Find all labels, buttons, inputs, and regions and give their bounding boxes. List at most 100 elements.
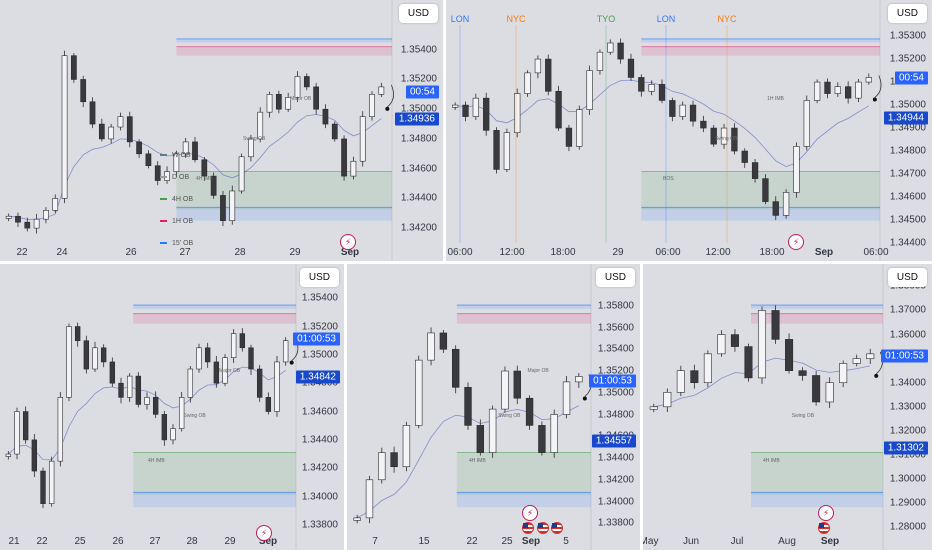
candle-up[interactable] (117, 116, 124, 128)
candle-down[interactable] (824, 81, 831, 94)
candle-up[interactable] (187, 368, 194, 398)
candle-down[interactable] (565, 127, 573, 147)
candle-up[interactable] (514, 93, 521, 133)
candle-down[interactable] (751, 162, 759, 179)
candle-down[interactable] (22, 411, 29, 441)
candle-up[interactable] (488, 408, 497, 453)
candle-down[interactable] (690, 370, 699, 384)
candle-up[interactable] (402, 425, 411, 468)
candle-down[interactable] (204, 347, 211, 363)
candle-down[interactable] (493, 130, 500, 170)
candle-up[interactable] (534, 58, 542, 74)
candle-up[interactable] (855, 81, 862, 99)
candle-up[interactable] (793, 146, 800, 193)
candle-up[interactable] (378, 452, 386, 481)
candle-up[interactable] (865, 77, 872, 83)
price-chart[interactable] (643, 264, 932, 550)
candle-up[interactable] (144, 397, 150, 405)
candle-down[interactable] (538, 425, 546, 453)
candle-down[interactable] (525, 397, 534, 426)
candle-up[interactable] (282, 340, 289, 363)
candle-up[interactable] (52, 198, 59, 211)
candle-down[interactable] (785, 339, 794, 371)
candle-up[interactable] (61, 55, 68, 199)
candle-down[interactable] (98, 123, 105, 140)
candle-down[interactable] (80, 79, 87, 103)
candle-up[interactable] (369, 94, 375, 117)
candle-up[interactable] (576, 109, 583, 147)
candle-up[interactable] (230, 333, 237, 358)
us-flag-icon[interactable] (551, 522, 563, 534)
candle-up[interactable] (294, 76, 301, 98)
candle-up[interactable] (472, 97, 479, 117)
candle-down[interactable] (313, 86, 319, 110)
candle-down[interactable] (555, 90, 562, 129)
currency-label[interactable]: USD (887, 268, 927, 287)
candle-down[interactable] (145, 153, 152, 166)
lightning-bolt-icon[interactable]: ⚡ (256, 525, 272, 541)
candle-up[interactable] (575, 376, 583, 383)
candle-down[interactable] (464, 387, 472, 426)
candle-down[interactable] (331, 123, 338, 140)
candle-down[interactable] (617, 42, 624, 60)
candle-down[interactable] (451, 348, 460, 388)
lightning-bolt-icon[interactable]: ⚡ (522, 505, 538, 521)
price-chart[interactable] (446, 0, 932, 261)
candle-down[interactable] (136, 141, 142, 155)
currency-label[interactable]: USD (299, 268, 339, 287)
candle-up[interactable] (803, 100, 810, 147)
candle-down[interactable] (627, 58, 635, 78)
candle-up[interactable] (350, 160, 357, 177)
candle-up[interactable] (866, 353, 875, 359)
candle-down[interactable] (730, 334, 739, 347)
candle-down[interactable] (762, 178, 769, 202)
candle-up[interactable] (562, 381, 571, 415)
candle-down[interactable] (658, 84, 666, 101)
candle-up[interactable] (57, 397, 64, 462)
candle-up[interactable] (274, 361, 280, 412)
candle-down[interactable] (513, 370, 521, 399)
candle-down[interactable] (303, 76, 310, 88)
candle-down[interactable] (152, 397, 159, 415)
candle-up[interactable] (415, 359, 423, 426)
candle-up[interactable] (365, 479, 374, 519)
candle-down[interactable] (135, 375, 142, 405)
candle-up[interactable] (586, 70, 593, 110)
candle-down[interactable] (31, 439, 38, 472)
candle-up[interactable] (238, 156, 245, 192)
candle-down[interactable] (118, 382, 124, 398)
candle-up[interactable] (717, 334, 726, 355)
candle-down[interactable] (341, 138, 347, 177)
candle-down[interactable] (390, 452, 398, 468)
candle-up[interactable] (43, 209, 49, 220)
candle-down[interactable] (220, 195, 226, 221)
candle-down[interactable] (700, 120, 707, 129)
candle-down[interactable] (100, 347, 107, 363)
candle-down[interactable] (845, 86, 852, 99)
candle-down[interactable] (265, 397, 272, 412)
candle-up[interactable] (170, 428, 176, 441)
candle-up[interactable] (825, 382, 834, 403)
candle-up[interactable] (679, 104, 686, 117)
candle-up[interactable] (839, 363, 848, 384)
candle-up[interactable] (5, 215, 12, 219)
candle-down[interactable] (462, 104, 469, 117)
lightning-bolt-icon[interactable]: ⚡ (788, 234, 804, 250)
candle-up[interactable] (757, 310, 767, 379)
candle-down[interactable] (638, 77, 645, 92)
candle-up[interactable] (596, 51, 604, 71)
currency-label[interactable]: USD (595, 268, 635, 287)
candle-up[interactable] (782, 192, 790, 216)
candle-down[interactable] (771, 310, 780, 340)
candle-up[interactable] (550, 414, 558, 453)
candle-up[interactable] (703, 353, 712, 384)
candle-up[interactable] (452, 104, 459, 108)
price-chart[interactable] (347, 264, 640, 550)
candle-up[interactable] (648, 84, 655, 92)
candle-up[interactable] (66, 326, 72, 398)
candle-down[interactable] (109, 361, 116, 384)
candle-down[interactable] (812, 375, 821, 403)
candle-down[interactable] (24, 221, 31, 229)
candle-up[interactable] (607, 42, 614, 53)
candle-down[interactable] (15, 215, 21, 223)
